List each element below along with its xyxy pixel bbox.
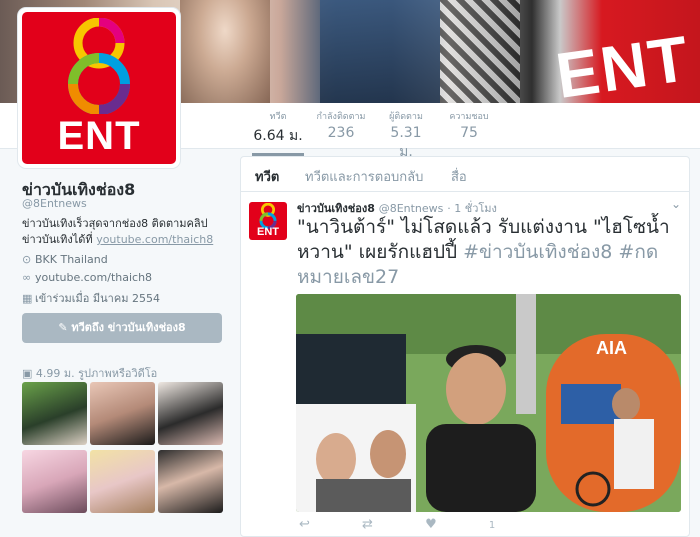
channel-8-logo-icon: [68, 18, 130, 114]
tweet-text: "นาวินต้าร์" ไม่โสดแล้ว รับแต่งงาน "ไฮโซ…: [297, 215, 682, 290]
tweet-avatar-text: ENT: [257, 226, 279, 238]
banner-person-2: [320, 0, 440, 103]
heart-icon: ♥: [425, 517, 437, 532]
profile-avatar[interactable]: ENT: [18, 8, 180, 168]
profile-joined: ▦ เข้าร่วมเมื่อ มีนาคม 2554: [22, 289, 160, 307]
stat-likes[interactable]: ความชอบ 75: [449, 109, 489, 141]
profile-handle: @8Entnews: [22, 197, 87, 210]
stat-following[interactable]: กำลังติดตาม 236: [314, 109, 368, 141]
tweet-author[interactable]: ข่าวบันเทิงช่อง8: [297, 202, 375, 215]
photo-thumb-6[interactable]: [158, 450, 223, 513]
avatar-ent-text: ENT: [57, 114, 141, 158]
compose-icon: ✎: [58, 321, 72, 334]
like-button[interactable]: ♥ 1: [425, 517, 543, 532]
tweet-time[interactable]: · 1 ชั่วโมง: [447, 202, 497, 215]
camera-icon: ▣: [22, 367, 36, 380]
timeline: ทวีต ทวีตและการตอบกลับ สื่อ ENT ข่าวบันเ…: [240, 156, 690, 537]
photos-header[interactable]: ▣ 4.99 ม. รูปภาพหรือวิดีโอ: [22, 364, 157, 382]
timeline-tabs: ทวีต ทวีตและการตอบกลับ สื่อ: [241, 157, 689, 192]
tweet-to-label: ทวีตถึง ข่าวบันเทิงช่อง8: [71, 321, 186, 334]
stat-followers-label: ผู้ติดตาม: [389, 112, 423, 122]
stat-following-label: กำลังติดตาม: [316, 112, 366, 122]
avatar-logo: ENT: [22, 12, 176, 164]
tweet-photo[interactable]: AIA: [296, 294, 681, 512]
photo-thumb-5[interactable]: [90, 450, 155, 513]
location-pin-icon: ⊙: [22, 253, 32, 266]
retweet-icon[interactable]: ⇄: [362, 517, 373, 532]
photo-thumb-2[interactable]: [90, 382, 155, 445]
photo-thumb-1[interactable]: [22, 382, 87, 445]
chevron-down-icon[interactable]: ⌄: [671, 197, 681, 211]
bio-link[interactable]: youtube.com/thaich8: [96, 233, 213, 246]
tweet-to-button[interactable]: ✎ ทวีตถึง ข่าวบันเทิงช่อง8: [22, 313, 222, 343]
banner-person-3: [440, 0, 520, 103]
sponsor-sign-text: AIA: [596, 338, 627, 358]
stat-tweets-value: 6.64 ม.: [253, 128, 303, 144]
photo-thumb-4[interactable]: [22, 450, 87, 513]
joined-text: เข้าร่วมเมื่อ มีนาคม 2554: [35, 292, 160, 305]
tweet-photo-image: AIA: [296, 294, 681, 512]
location-text: BKK Thailand: [35, 253, 108, 266]
link-icon: ∞: [22, 271, 32, 284]
stat-tweets[interactable]: ทวีต 6.64 ม.: [252, 109, 304, 156]
tab-media[interactable]: สื่อ: [451, 166, 467, 187]
stat-following-value: 236: [327, 125, 355, 141]
reply-icon[interactable]: ↩: [299, 517, 310, 532]
like-count: 1: [488, 520, 496, 531]
stat-likes-label: ความชอบ: [449, 112, 489, 122]
tweet-avatar[interactable]: ENT: [249, 202, 287, 240]
banner-logo-text: ENT: [551, 22, 695, 103]
website-text[interactable]: youtube.com/thaich8: [35, 271, 152, 284]
calendar-icon: ▦: [22, 292, 33, 305]
banner-person-1: [180, 0, 270, 103]
tweet-handle[interactable]: @8Entnews: [379, 202, 444, 215]
profile-location: ⊙ BKK Thailand: [22, 253, 108, 266]
tab-tweets-replies[interactable]: ทวีตและการตอบกลับ: [305, 166, 423, 187]
profile-bio: ข่าวบันเทิงเร็วสุดจากช่อง8 ติดตามคลิปข่า…: [22, 216, 227, 248]
tab-tweets[interactable]: ทวีต: [255, 166, 279, 187]
photos-label: 4.99 ม. รูปภาพหรือวิดีโอ: [35, 367, 158, 380]
tweet-actions: ↩ ⇄ ♥ 1: [299, 517, 591, 532]
stat-tweets-label: ทวีต: [269, 112, 287, 122]
profile-website[interactable]: ∞ youtube.com/thaich8: [22, 271, 152, 284]
stat-likes-value: 75: [460, 125, 478, 141]
photo-thumb-3[interactable]: [158, 382, 223, 445]
stat-followers[interactable]: ผู้ติดตาม 5.31 ม.: [383, 109, 429, 163]
